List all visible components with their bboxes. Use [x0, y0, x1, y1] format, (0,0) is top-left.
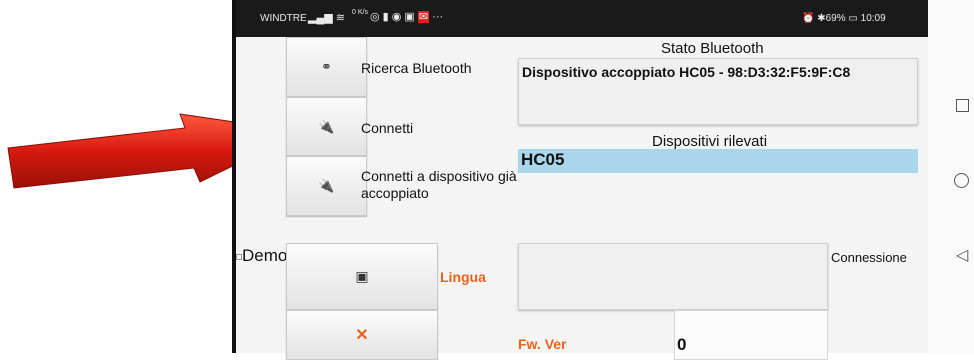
bluetooth-connect-icon: 🔌: [318, 118, 335, 134]
bluetooth-status-title: Stato Bluetooth: [661, 40, 764, 57]
connect-paired-button[interactable]: 🔌: [286, 156, 367, 216]
binoculars-icon: ⚭: [321, 59, 332, 74]
connect-label: Connetti: [361, 120, 414, 136]
app-screen: ⚭ Ricerca Bluetooth 🔌 Connetti 🔌 Connett…: [236, 37, 928, 360]
bluetooth-paired-icon: 🔌: [318, 178, 335, 193]
net-speed: 0 K/s: [352, 9, 368, 16]
firmware-value: 0: [677, 335, 687, 354]
connect-paired-label: Connetti a dispositivo già accoppiato: [361, 168, 517, 201]
search-bluetooth-button[interactable]: ⚭: [286, 37, 367, 97]
home-icon[interactable]: [954, 173, 969, 188]
bluetooth-status-box: Dispositivo accoppiato HC05 - 98:D3:32:F…: [518, 58, 918, 125]
close-icon: ✕: [355, 327, 369, 344]
status-bar: WINDTRE ▂▄▆ ≋ 0 K/s ◎ ▮ ◉ ▣ ✉ ··· ⏰ ✱69%…: [236, 0, 928, 37]
connect-button[interactable]: 🔌: [286, 97, 367, 156]
navigation-bar: ◁: [928, 0, 974, 353]
firmware-label: Fw. Ver: [518, 336, 567, 352]
language-label: Lingua: [440, 269, 486, 285]
notification-icons: ◎ ▮ ◉ ▣ ✉ ···: [370, 11, 444, 23]
recent-apps-icon[interactable]: [956, 99, 969, 112]
signal-wifi-icon: ▂▄▆ ≋: [308, 12, 345, 24]
search-bluetooth-label: Ricerca Bluetooth: [361, 60, 472, 76]
battery-time: ⏰ ✱69% ▭ 10:09: [802, 13, 886, 24]
detected-devices-title: Dispositivi rilevati: [652, 133, 768, 150]
connection-label: Connessione: [831, 250, 907, 265]
device-list-item[interactable]: HC05: [518, 149, 918, 173]
demo-label: Demo: [242, 246, 288, 265]
floppy-disk-icon: ▣: [355, 268, 369, 284]
device-name: HC05: [521, 150, 565, 169]
language-select[interactable]: [518, 243, 828, 310]
bluetooth-status-value: Dispositivo accoppiato HC05 - 98:D3:32:F…: [522, 64, 851, 80]
save-button[interactable]: ▣: [286, 243, 438, 310]
back-icon[interactable]: ◁: [956, 245, 968, 265]
carrier-name: WINDTRE: [260, 13, 307, 24]
